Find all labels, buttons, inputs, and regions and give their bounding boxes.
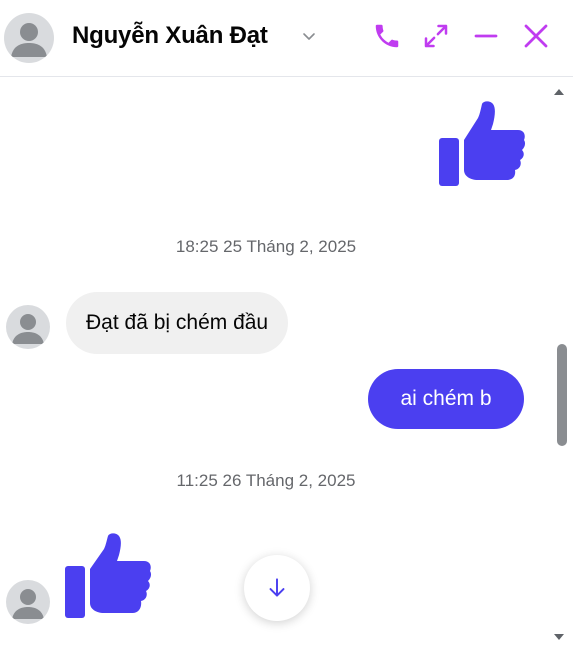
minimize-button[interactable] — [468, 18, 504, 54]
avatar[interactable] — [6, 580, 50, 624]
arrow-down-icon — [269, 578, 285, 597]
contact-name[interactable]: Nguyễn Xuân Đạt — [72, 22, 268, 50]
scrollbar-thumb[interactable] — [557, 344, 567, 446]
chevron-down-icon[interactable] — [299, 26, 319, 46]
timestamp: 18:25 25 Tháng 2, 2025 — [175, 237, 357, 256]
like-icon[interactable] — [438, 100, 526, 188]
scroll-down-arrow-icon[interactable] — [554, 634, 564, 640]
close-button[interactable] — [518, 18, 554, 54]
user-silhouette-icon — [12, 589, 44, 619]
close-icon — [524, 24, 548, 48]
chat-header: Nguyễn Xuân Đạt — [0, 0, 573, 77]
user-silhouette-icon — [11, 23, 47, 57]
phone-icon — [375, 24, 399, 48]
chat-window: Nguyễn Xuân Đạt 18:25 25 Tháng 2, 2025 Đ… — [0, 0, 573, 656]
call-button[interactable] — [369, 18, 405, 54]
scroll-up-arrow-icon[interactable] — [554, 89, 564, 95]
avatar[interactable] — [4, 13, 54, 63]
avatar[interactable] — [6, 305, 50, 349]
scroll-to-bottom-button[interactable] — [244, 555, 310, 621]
expand-button[interactable] — [418, 18, 454, 54]
sent-message-bubble[interactable]: ai chém b — [368, 369, 524, 429]
minimize-icon — [474, 34, 498, 38]
timestamp: 11:25 26 Tháng 2, 2025 — [176, 471, 356, 490]
received-message-bubble[interactable]: Đạt đã bị chém đầu — [66, 292, 289, 354]
like-icon[interactable] — [64, 533, 152, 621]
expand-icon — [424, 24, 448, 48]
user-silhouette-icon — [12, 314, 44, 344]
